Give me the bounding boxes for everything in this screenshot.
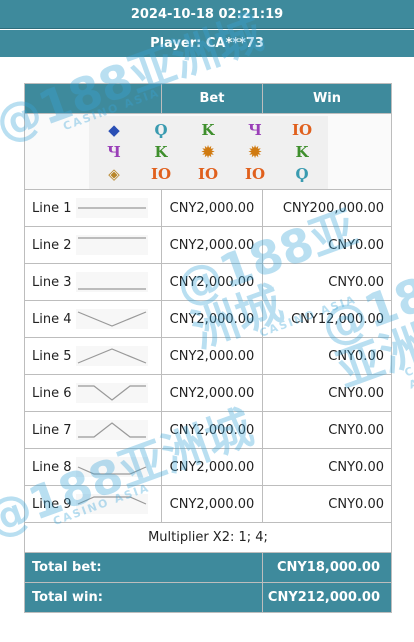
table-row: Line 2 CNY2,000.00 CNY0.00 <box>24 226 392 264</box>
reel-grid: ◆ Ϙ K Ч IO Ч K ✹ ✹ K ◈ IO IO IO Ϙ <box>88 116 328 189</box>
payline-pattern-icon <box>76 235 148 255</box>
orange-10-symbol-icon: IO <box>197 165 219 183</box>
line-bet: CNY2,000.00 <box>161 189 263 227</box>
payline-pattern-icon <box>76 420 148 440</box>
payline-pattern-icon <box>76 346 148 366</box>
green-K-symbol-icon: K <box>154 143 168 161</box>
line-win: CNY0.00 <box>262 337 392 375</box>
line-win: CNY0.00 <box>262 485 392 523</box>
line-win: CNY0.00 <box>262 374 392 412</box>
payline-pattern-icon <box>76 457 148 477</box>
table-header-row: Bet Win <box>24 83 392 114</box>
line-bet: CNY2,000.00 <box>161 374 263 412</box>
payline-pattern-icon <box>76 309 148 329</box>
line-cell: Line 1 <box>24 189 162 227</box>
payline-pattern-icon <box>76 383 148 403</box>
line-win: CNY0.00 <box>262 411 392 449</box>
line-win: CNY0.00 <box>262 263 392 301</box>
multiplier-row: Multiplier X2: 1; 4; <box>24 522 392 553</box>
player-header: Player: CA***73 <box>0 30 414 57</box>
bet-history-table: Bet Win ◆ Ϙ K Ч IO Ч K ✹ ✹ K ◈ IO IO IO Ϙ Line 1 CNY2,0… <box>24 83 392 613</box>
line-cell: Line 9 <box>24 485 162 523</box>
line-win: CNY0.00 <box>262 226 392 264</box>
table-row: Line 1 CNY2,000.00 CNY200,000.00 <box>24 189 392 227</box>
total-bet-value: CNY18,000.00 <box>262 552 392 583</box>
table-row: Line 4 CNY2,000.00 CNY12,000.00 <box>24 300 392 338</box>
orange-10-symbol-icon: IO <box>291 121 313 139</box>
total-win-value: CNY212,000.00 <box>262 582 392 613</box>
line-label: Line 7 <box>32 422 72 438</box>
purple-J-symbol-icon: Ч <box>107 143 121 161</box>
total-win-row: Total win: CNY212,000.00 <box>24 582 392 613</box>
line-bet: CNY2,000.00 <box>161 300 263 338</box>
payline-pattern-icon <box>76 494 148 514</box>
line-cell: Line 4 <box>24 300 162 338</box>
line-label: Line 6 <box>32 385 72 401</box>
table-row: Line 7 CNY2,000.00 CNY0.00 <box>24 411 392 449</box>
line-label: Line 2 <box>32 237 72 253</box>
payline-pattern-icon <box>76 272 148 292</box>
line-cell: Line 8 <box>24 448 162 486</box>
line-bet: CNY2,000.00 <box>161 411 263 449</box>
line-win: CNY200,000.00 <box>262 189 392 227</box>
total-win-label: Total win: <box>24 582 263 613</box>
line-cell: Line 2 <box>24 226 162 264</box>
line-cell: Line 7 <box>24 411 162 449</box>
orange-10-symbol-icon: IO <box>150 165 172 183</box>
table-row: Line 6 CNY2,000.00 CNY0.00 <box>24 374 392 412</box>
line-cell: Line 5 <box>24 337 162 375</box>
line-bet: CNY2,000.00 <box>161 337 263 375</box>
line-bet: CNY2,000.00 <box>161 448 263 486</box>
purple-J-symbol-icon: Ч <box>248 121 262 139</box>
line-bet: CNY2,000.00 <box>161 485 263 523</box>
win-column-header: Win <box>262 83 392 114</box>
table-row: Line 3 CNY2,000.00 CNY0.00 <box>24 263 392 301</box>
line-cell: Line 3 <box>24 263 162 301</box>
orange-medallion-symbol-icon: ✹ <box>201 143 215 161</box>
multiplier-text: Multiplier X2: 1; 4; <box>24 522 392 553</box>
total-bet-row: Total bet: CNY18,000.00 <box>24 552 392 583</box>
line-bet: CNY2,000.00 <box>161 263 263 301</box>
teal-Q-symbol-icon: Ϙ <box>295 165 309 183</box>
gold-gem-symbol-icon: ◈ <box>108 165 120 183</box>
orange-10-symbol-icon: IO <box>244 165 266 183</box>
blue-gem-symbol-icon: ◆ <box>108 121 120 139</box>
line-label: Line 1 <box>32 200 72 216</box>
green-K-symbol-icon: K <box>201 121 215 139</box>
line-label: Line 9 <box>32 496 72 512</box>
line-label: Line 3 <box>32 274 72 290</box>
table-row: Line 5 CNY2,000.00 CNY0.00 <box>24 337 392 375</box>
reels-row: ◆ Ϙ K Ч IO Ч K ✹ ✹ K ◈ IO IO IO Ϙ <box>24 113 392 190</box>
line-cell: Line 6 <box>24 374 162 412</box>
line-bet: CNY2,000.00 <box>161 226 263 264</box>
line-win: CNY0.00 <box>262 448 392 486</box>
orange-medallion-symbol-icon: ✹ <box>248 143 262 161</box>
reels-cell: ◆ Ϙ K Ч IO Ч K ✹ ✹ K ◈ IO IO IO Ϙ <box>24 113 392 190</box>
line-label: Line 8 <box>32 459 72 475</box>
header-blank-cell <box>24 83 162 114</box>
datetime-header: 2024-10-18 02:21:19 <box>0 0 414 29</box>
table-row: Line 8 CNY2,000.00 CNY0.00 <box>24 448 392 486</box>
line-win: CNY12,000.00 <box>262 300 392 338</box>
line-label: Line 4 <box>32 311 72 327</box>
total-bet-label: Total bet: <box>24 552 263 583</box>
table-row: Line 9 CNY2,000.00 CNY0.00 <box>24 485 392 523</box>
green-K-symbol-icon: K <box>295 143 309 161</box>
bet-column-header: Bet <box>161 83 263 114</box>
teal-Q-symbol-icon: Ϙ <box>154 121 168 139</box>
line-label: Line 5 <box>32 348 72 364</box>
payline-pattern-icon <box>76 198 148 218</box>
